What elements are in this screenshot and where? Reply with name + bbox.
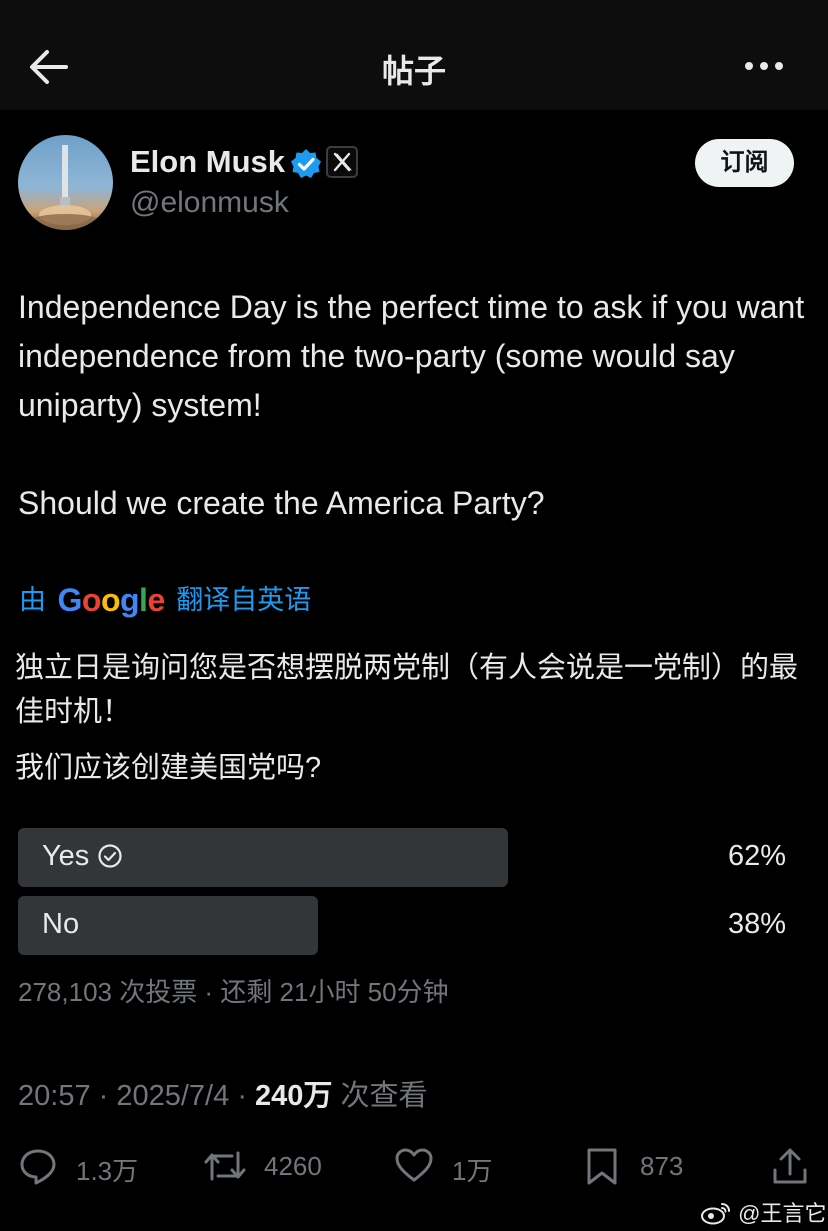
weibo-logo-icon (700, 1201, 732, 1231)
like-count: 1万 (452, 1156, 493, 1186)
tweet-paragraph: Should we create the America Party? (18, 485, 545, 521)
poll-option-percent: 38% (727, 908, 786, 940)
share-icon (773, 1148, 807, 1184)
translation-prefix: 由 (19, 585, 46, 615)
repost-button[interactable]: 4260 (202, 1146, 342, 1186)
translated-paragraph: 我们应该创建美国党吗? (15, 752, 322, 784)
post-timestamp: 20:57 · 2025/7/4 · 240万 次查看 (18, 1080, 428, 1112)
author-name[interactable]: Elon Musk (130, 144, 285, 180)
post-date[interactable]: 2025/7/4 (116, 1080, 229, 1112)
poll-option-yes: Yes 62% (18, 828, 808, 887)
share-button[interactable] (770, 1146, 810, 1186)
weibo-watermark: @王言它 (700, 1196, 826, 1231)
google-logo: Google (57, 582, 166, 618)
verified-badge-icon (290, 148, 322, 180)
top-bar: 帖子 (0, 0, 828, 110)
translated-paragraph: 独立日是询问您是否想摆脱两党制（有人会说是一党制）的最佳时机！ (15, 652, 799, 728)
repost-count: 4260 (264, 1151, 322, 1181)
repost-icon (204, 1151, 246, 1181)
more-options-icon[interactable] (744, 52, 784, 80)
poll-option-label: No (42, 908, 80, 940)
tweet-text: Independence Day is the perfect time to … (18, 283, 808, 528)
avatar[interactable] (18, 135, 113, 230)
reply-button[interactable]: 1.3万 (18, 1146, 148, 1186)
view-count-suffix: 次查看 (340, 1080, 428, 1112)
poll-option-percent: 62% (727, 840, 786, 872)
bookmark-icon (587, 1148, 617, 1185)
poll-meta: 278,103 次投票 · 还剩 21小时 50分钟 (18, 977, 449, 1007)
post-time[interactable]: 20:57 (18, 1080, 91, 1112)
poll-option-no: No 38% (18, 896, 808, 955)
translation-attribution[interactable]: 由 Google 翻译自英语 (19, 578, 311, 619)
subscribe-button[interactable]: 订阅 (695, 139, 794, 187)
watermark-text: @王言它 (738, 1201, 827, 1226)
author-handle[interactable]: @elonmusk (130, 186, 289, 220)
translation-suffix: 翻译自英语 (176, 585, 312, 615)
reply-count: 1.3万 (76, 1156, 139, 1186)
bookmark-button[interactable]: 873 (584, 1146, 694, 1186)
translated-text: 独立日是询问您是否想摆脱两党制（有人会说是一党制）的最佳时机！ 我们应该创建美国… (15, 646, 815, 790)
like-button[interactable]: 1万 (394, 1146, 504, 1186)
bookmark-count: 873 (640, 1151, 684, 1181)
reply-icon (20, 1149, 56, 1185)
page-title: 帖子 (381, 53, 446, 89)
view-count[interactable]: 240万 (255, 1080, 332, 1112)
heart-icon (395, 1148, 433, 1182)
tweet-paragraph: Independence Day is the perfect time to … (18, 289, 805, 423)
check-circle-icon (97, 843, 123, 877)
poll-option-label: Yes (42, 840, 123, 877)
x-affiliate-icon (326, 146, 358, 178)
